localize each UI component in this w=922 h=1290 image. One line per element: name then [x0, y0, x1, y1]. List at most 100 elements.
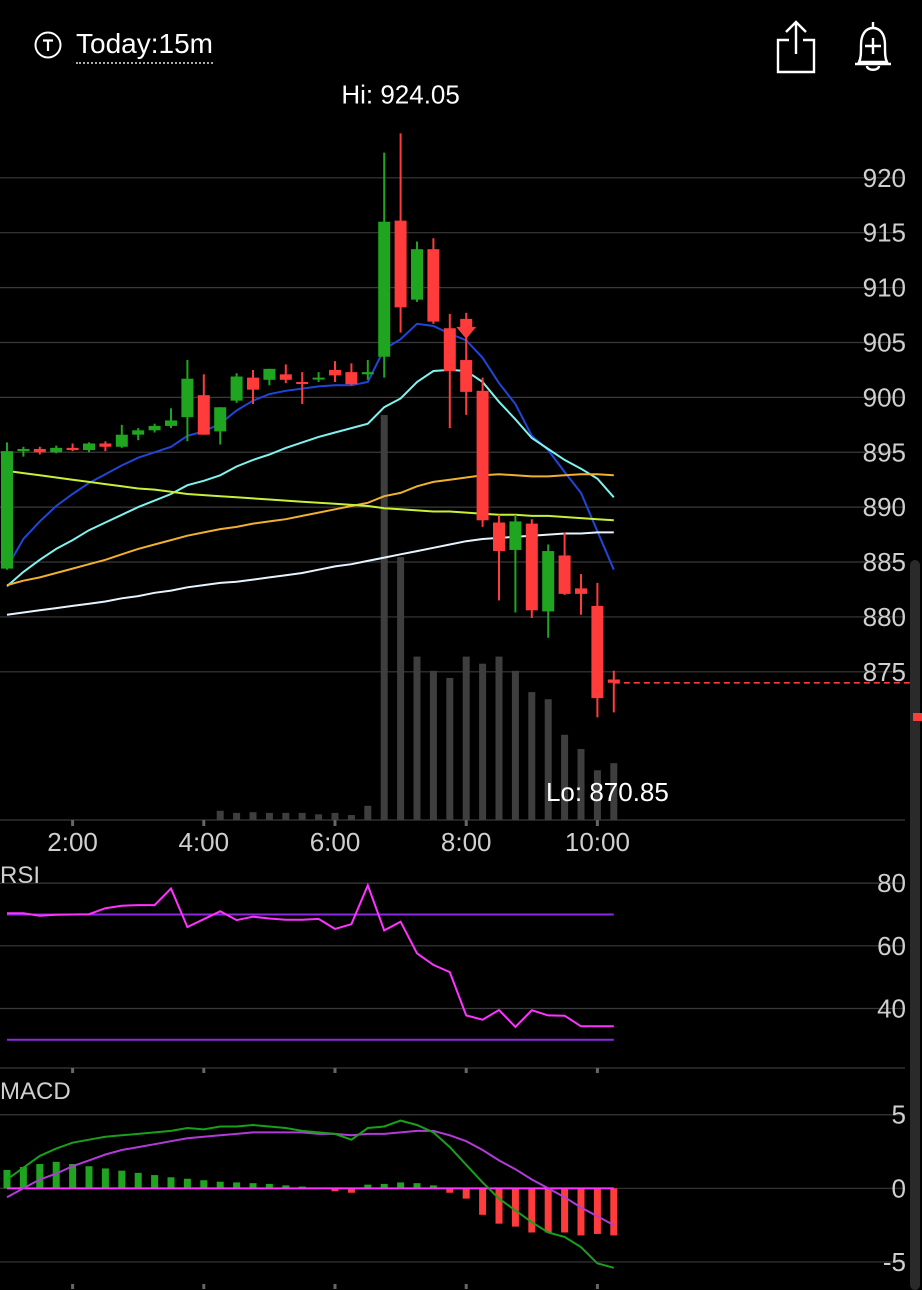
rsi-tick-label: 80	[877, 868, 906, 898]
volume-bar	[331, 812, 339, 820]
volume-bar	[380, 415, 388, 820]
candle-body	[525, 523, 538, 611]
candle-body	[50, 447, 63, 453]
macd-title: MACD	[0, 1078, 71, 1105]
candle-body	[83, 443, 95, 451]
candle-body	[230, 376, 243, 401]
volume-bar	[528, 692, 536, 820]
rsi-title: RSI	[0, 862, 40, 889]
volume-bar	[462, 656, 470, 820]
volume-bar	[315, 814, 323, 820]
candle-body	[558, 555, 571, 594]
macd-histogram-bar	[167, 1177, 175, 1189]
candle-body	[1, 451, 13, 569]
candle-body	[345, 372, 358, 385]
macd-histogram-bar	[462, 1188, 470, 1199]
macd-histogram-bar	[593, 1188, 601, 1234]
candle-body	[443, 328, 456, 372]
candle-body	[99, 443, 112, 447]
candle-body	[394, 220, 407, 308]
volume-bar	[397, 557, 405, 820]
candle-body	[17, 448, 30, 452]
high-label: Hi: 924.05	[341, 79, 460, 109]
candle-body	[493, 522, 505, 552]
volume-bar	[249, 812, 257, 820]
macd-histogram-bar	[544, 1188, 552, 1233]
volume-bar	[413, 656, 421, 820]
candle-body	[312, 377, 325, 380]
candle-body	[509, 521, 522, 550]
candle-body	[591, 605, 604, 699]
last-price-marker	[913, 713, 922, 721]
candle-body	[279, 374, 292, 380]
macd-histogram-bar	[479, 1188, 487, 1215]
volume-bar	[347, 815, 355, 820]
candle-body	[427, 249, 440, 322]
macd-signal-line	[6, 1129, 615, 1226]
vertical-scrollbar[interactable]	[910, 560, 920, 1290]
time-tick-label: 4:00	[178, 827, 229, 857]
price-tick-label: 920	[863, 163, 906, 193]
candle-body	[148, 425, 161, 431]
candle-body	[247, 377, 259, 390]
time-tick-label: 10:00	[565, 827, 630, 857]
price-tick-label: 890	[863, 492, 906, 522]
rsi-tick-label: 60	[877, 931, 906, 961]
chart-screen: Today:15m 920 915 910 905 900 895 890 885 880 875…	[0, 0, 922, 1290]
price-tick-label: 875	[863, 657, 906, 687]
candle-body	[361, 372, 374, 375]
candle-body	[411, 249, 423, 300]
volume-bar	[429, 670, 437, 820]
candle-body	[197, 395, 210, 435]
sell-signal-arrow-icon	[456, 318, 477, 339]
candle-body	[378, 221, 391, 357]
price-tick-label: 895	[863, 437, 906, 467]
candle-body	[542, 551, 555, 612]
rsi-tick-label: 40	[877, 993, 906, 1023]
time-tick-label: 6:00	[310, 827, 361, 857]
price-chart	[0, 133, 912, 826]
macd-histogram-bar	[134, 1172, 142, 1189]
price-tick-label: 905	[863, 327, 906, 357]
macd-histogram-bar	[528, 1188, 536, 1233]
macd-histogram-bar	[495, 1188, 503, 1224]
candle-body	[575, 588, 587, 594]
candle-body	[115, 434, 128, 447]
rsi-line	[7, 882, 614, 1029]
macd-histogram-bar	[151, 1175, 159, 1189]
low-label: Lo: 870.85	[546, 777, 669, 807]
volume-bar	[298, 812, 306, 820]
macd-histogram-bar	[118, 1170, 126, 1189]
price-tick-label: 915	[863, 218, 906, 248]
macd-histogram-bar	[101, 1168, 109, 1189]
volume-bar	[511, 670, 519, 820]
moving-average-line	[6, 531, 614, 616]
volume-bar	[265, 812, 273, 820]
macd-tick-label: 0	[892, 1173, 906, 1203]
volume-bar	[479, 663, 487, 820]
candle-body	[476, 390, 489, 521]
price-tick-label: 885	[863, 547, 906, 577]
candle-body	[460, 360, 473, 392]
macd-histogram-bar	[36, 1164, 44, 1189]
candle-body	[33, 448, 46, 453]
candle-body	[329, 369, 341, 376]
volume-bar	[446, 677, 454, 820]
macd-tick-label: 5	[892, 1100, 906, 1130]
macd-histogram-bar	[85, 1166, 93, 1189]
candle-body	[263, 368, 276, 380]
price-tick-label: 910	[863, 273, 906, 303]
time-tick-label: 8:00	[441, 827, 492, 857]
macd-tick-label: -5	[883, 1247, 906, 1277]
price-tick-label: 880	[863, 602, 906, 632]
macd-line	[6, 1119, 615, 1269]
candle-body	[165, 420, 177, 426]
macd-histogram-bar	[577, 1188, 585, 1236]
volume-bar	[495, 656, 503, 820]
charts-canvas[interactable]: 920 915 910 905 900 895 890 885 880 875 Hi: 924.05…	[0, 0, 922, 1290]
moving-average-line	[6, 473, 614, 587]
volume-bar	[364, 805, 372, 820]
macd-histogram-bar	[610, 1188, 618, 1236]
volume-bar	[282, 812, 290, 820]
candle-body	[66, 447, 79, 451]
